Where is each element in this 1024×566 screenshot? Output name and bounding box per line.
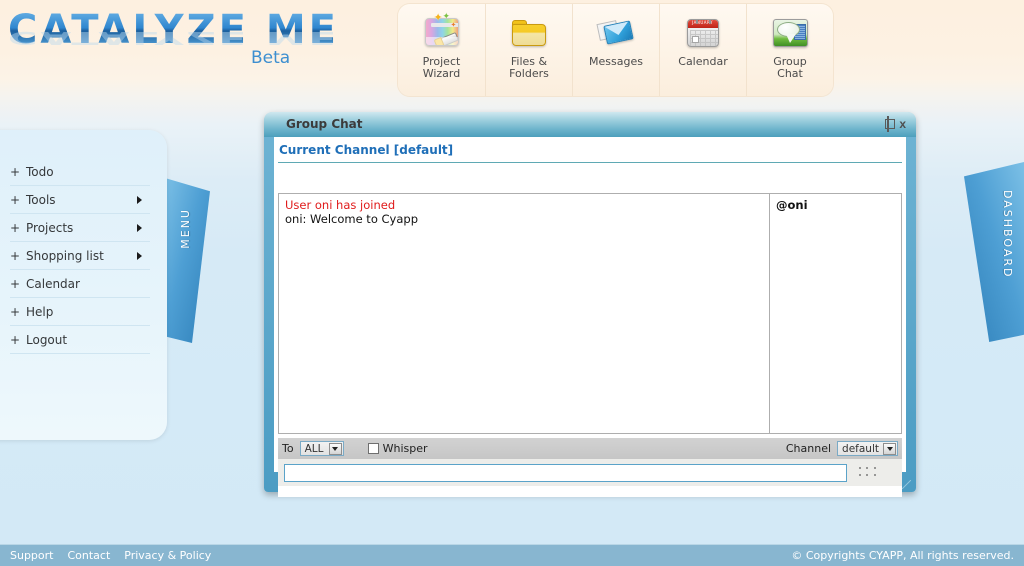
chat-input-bar bbox=[278, 459, 902, 486]
toolbar-item-group-chat[interactable]: Group Chat bbox=[746, 4, 833, 96]
sidebar-item-label: Projects bbox=[26, 221, 74, 235]
message-log[interactable]: User oni has joined oni: Welcome to Cyap… bbox=[278, 193, 770, 434]
to-select[interactable]: ALL bbox=[299, 441, 344, 456]
chevron-right-icon bbox=[137, 224, 142, 232]
toolbar-item-calendar[interactable]: Calendar bbox=[659, 4, 746, 96]
resize-dots-handle[interactable] bbox=[859, 466, 879, 479]
expand-plus-icon: + bbox=[10, 305, 21, 319]
dashboard-side-tab-label: DASHBOARD bbox=[1001, 190, 1014, 279]
restore-icon[interactable] bbox=[887, 115, 890, 132]
to-select-value: ALL bbox=[304, 442, 324, 455]
sidebar-item-label: Shopping list bbox=[26, 249, 104, 263]
chat-bubble-icon bbox=[769, 12, 811, 52]
group-chat-window: Group Chat x Current Channel [default] U… bbox=[264, 112, 916, 497]
chat-window-title: Group Chat bbox=[286, 117, 363, 131]
expand-plus-icon: + bbox=[10, 193, 21, 207]
chevron-down-icon bbox=[328, 442, 342, 455]
toolbar-label-line1: Calendar bbox=[678, 55, 728, 68]
sidebar-item-logout[interactable]: + Logout bbox=[10, 326, 150, 354]
brand-name: CATALYZE ME bbox=[8, 7, 339, 53]
expand-plus-icon: + bbox=[10, 333, 21, 347]
sidebar-item-shopping-list[interactable]: + Shopping list bbox=[10, 242, 150, 270]
window-controls: x bbox=[877, 115, 906, 132]
sidebar-item-todo[interactable]: + Todo bbox=[10, 158, 150, 186]
sidebar-item-help[interactable]: + Help bbox=[10, 298, 150, 326]
channel-select-value: default bbox=[842, 442, 879, 455]
expand-plus-icon: + bbox=[10, 277, 21, 291]
menu-side-tab-label: MENU bbox=[179, 208, 192, 249]
chat-window-footer-strip bbox=[278, 486, 902, 497]
current-channel-header: Current Channel [default] bbox=[278, 141, 902, 163]
toolbar-item-project-wizard[interactable]: ✦ ✦ ✦ Project Wizard bbox=[398, 4, 485, 96]
channel-label: Channel bbox=[785, 442, 832, 455]
page-header: CATALYZE ME CATALYZE ME Beta ✦ ✦ ✦ Project… bbox=[0, 0, 1024, 100]
chat-main-area: User oni has joined oni: Welcome to Cyap… bbox=[278, 193, 902, 434]
sidebar-item-label: Calendar bbox=[26, 277, 80, 291]
toolbar-item-files-folders[interactable]: Files & Folders bbox=[485, 4, 572, 96]
footer-link-contact[interactable]: Contact bbox=[67, 549, 110, 562]
expand-plus-icon: + bbox=[10, 165, 21, 179]
footer-copyright: © Copyrights CYAPP, All rights reserved. bbox=[791, 549, 1014, 562]
user-list[interactable]: @oni bbox=[770, 193, 902, 434]
brand-logo[interactable]: CATALYZE ME CATALYZE ME Beta bbox=[8, 7, 339, 68]
sidebar-item-projects[interactable]: + Projects bbox=[10, 214, 150, 242]
close-icon[interactable]: x bbox=[899, 117, 906, 131]
dashboard-side-tab[interactable]: DASHBOARD bbox=[964, 162, 1024, 342]
toolbar-item-messages[interactable]: Messages bbox=[572, 4, 659, 96]
sidebar-item-calendar[interactable]: + Calendar bbox=[10, 270, 150, 298]
chat-window-body: Current Channel [default] User oni has j… bbox=[274, 137, 906, 497]
chat-message: oni: Welcome to Cyapp bbox=[285, 212, 418, 226]
sidebar-item-label: Tools bbox=[26, 193, 56, 207]
toolbar-label-line1: Messages bbox=[589, 55, 643, 68]
sidebar-item-label: Help bbox=[26, 305, 54, 319]
sidebar-item-tools[interactable]: + Tools bbox=[10, 186, 150, 214]
whisper-checkbox[interactable]: Whisper bbox=[367, 442, 428, 455]
expand-plus-icon: + bbox=[10, 249, 21, 263]
to-label: To bbox=[282, 442, 294, 455]
toolbar-label-line2: Wizard bbox=[422, 67, 461, 80]
sidebar-panel: + Todo + Tools + Projects + Shopping list + C… bbox=[0, 130, 167, 440]
window-resize-grip[interactable] bbox=[902, 480, 911, 489]
chat-message-system: User oni has joined bbox=[285, 198, 396, 212]
sidebar-menu-list: + Todo + Tools + Projects + Shopping list + C… bbox=[10, 158, 150, 354]
envelope-icon bbox=[595, 12, 637, 52]
sidebar-item-label: Logout bbox=[26, 333, 68, 347]
footer-link-support[interactable]: Support bbox=[10, 549, 53, 562]
toolbar-label-line2: Chat bbox=[777, 67, 803, 80]
project-wizard-icon: ✦ ✦ ✦ bbox=[421, 11, 463, 52]
toolbar-label-line2: Folders bbox=[509, 67, 549, 80]
chevron-right-icon bbox=[137, 196, 142, 204]
brand-tagline: Beta bbox=[251, 48, 291, 68]
channel-control-group: Channel default bbox=[786, 441, 898, 456]
chat-window-titlebar[interactable]: Group Chat x bbox=[264, 112, 916, 137]
page-footer: Support Contact Privacy & Policy © Copyr… bbox=[0, 544, 1024, 566]
chat-controls-bar: To ALL Whisper Channel default bbox=[278, 438, 902, 459]
user-list-item[interactable]: @oni bbox=[776, 198, 895, 212]
expand-plus-icon: + bbox=[10, 221, 21, 235]
calendar-icon bbox=[682, 12, 724, 52]
menu-side-tab[interactable]: MENU bbox=[165, 178, 210, 343]
checkbox-box-icon bbox=[367, 443, 379, 454]
current-channel-label: Current Channel [default] bbox=[279, 143, 454, 157]
folder-icon bbox=[508, 12, 550, 52]
chevron-right-icon bbox=[137, 252, 142, 260]
main-toolbar: ✦ ✦ ✦ Project Wizard Files & Folders Messa… bbox=[398, 4, 833, 96]
footer-link-privacy-policy[interactable]: Privacy & Policy bbox=[124, 549, 211, 562]
chevron-down-icon bbox=[883, 442, 896, 455]
message-input[interactable] bbox=[284, 463, 847, 482]
channel-select[interactable]: default bbox=[837, 441, 898, 456]
whisper-label: Whisper bbox=[382, 442, 428, 455]
sidebar-item-label: Todo bbox=[26, 165, 54, 179]
